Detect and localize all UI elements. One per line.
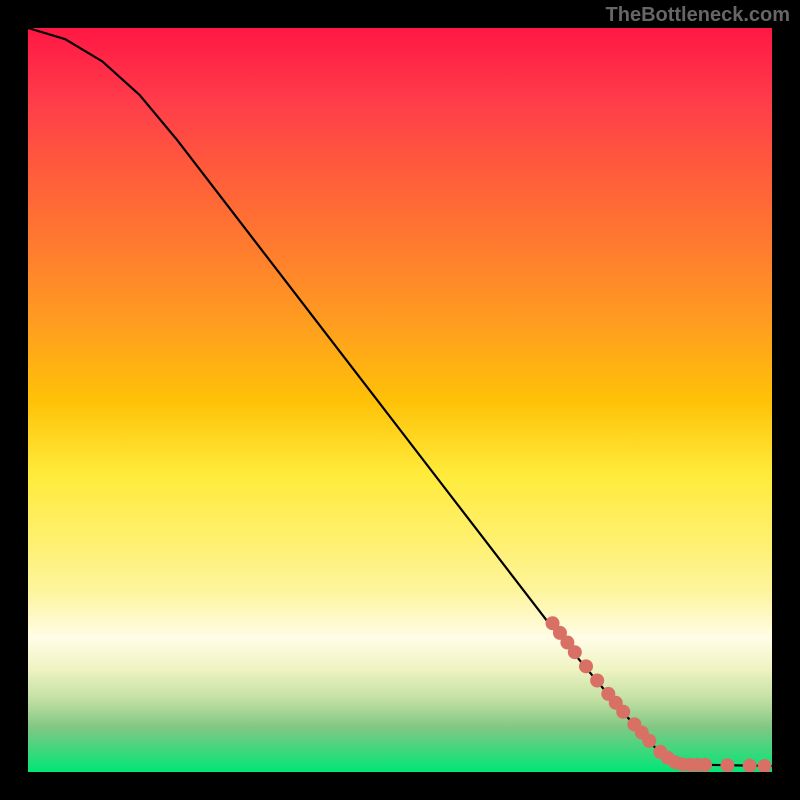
data-marker xyxy=(743,759,757,772)
data-marker xyxy=(579,659,593,673)
data-marker xyxy=(590,673,604,687)
data-marker xyxy=(698,758,712,772)
data-marker xyxy=(616,705,630,719)
watermark-text: TheBottleneck.com xyxy=(606,4,790,27)
data-marker xyxy=(758,759,772,772)
data-marker xyxy=(568,645,582,659)
plot-area xyxy=(28,28,772,772)
data-marker xyxy=(720,758,734,772)
curve-line xyxy=(28,28,772,766)
curve-markers xyxy=(546,616,772,772)
data-marker xyxy=(642,734,656,748)
chart-svg xyxy=(28,28,772,772)
